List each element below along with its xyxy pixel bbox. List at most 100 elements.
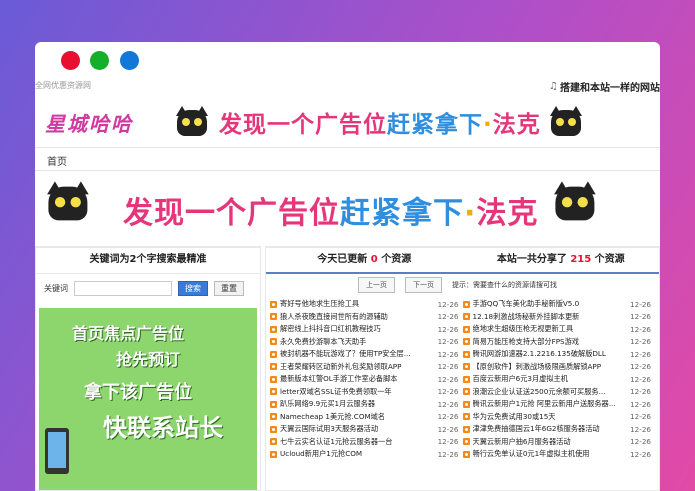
list-item[interactable]: 最新版本红警OL手游工作室必备脚本 12-26 [270,373,459,386]
list-item-title: 天翼云国际试用3天服务器活动 [280,424,379,434]
rss-icon [462,438,470,446]
list-item-date: 12-26 [437,449,459,459]
list-item[interactable]: 华为云免费试用30或15天 12-26 [462,411,651,424]
rss-icon [270,313,277,321]
keyword-input[interactable] [74,280,172,296]
keyword-label: 关键词 [44,283,68,293]
list-item[interactable]: 永久免费抄游聊本飞天助手 12-26 [270,336,459,349]
nav-item-home[interactable]: 首页 [47,153,67,168]
list-item[interactable]: Ucloud新用户1元抢COM 12-26 [270,448,459,461]
pager: 上一页 下一页 提示：需要查什么的资源请搜可找 [266,274,659,296]
list-item-date: 12-26 [630,437,651,447]
rss-icon [462,363,470,371]
list-item-date: 12-26 [630,387,651,397]
search-panel: 关键词为2个字搜索最精准 关键词 搜索 重置 首页焦点广告位 抢先预订 拿下该广… [35,246,261,491]
build-site-link[interactable]: ♫ 搭建和本站一样的网站 [549,79,660,94]
list-item-title: 手游QQ飞车美化助手秘新版V5.0 [472,299,580,309]
ad-line-4: 快联系站长 [103,414,223,442]
list-item-date: 12-26 [630,312,651,322]
list-item[interactable]: 天翼云新用户抽6月服务器活动 12-26 [462,436,651,449]
list-item-date: 12-26 [437,312,459,322]
header-ad-banner[interactable]: 发现一个广告位赶紧拿下·法克 [175,100,660,144]
rss-icon [462,388,470,396]
minimize-window-icon[interactable] [120,51,139,70]
list-item-date: 12-26 [437,387,459,397]
list-item[interactable]: 寄好号他地求生压抢工具 12-26 [270,298,459,311]
list-item-title: 七牛云实名认证1元抢云服务器一台 [280,436,393,446]
rss-icon [462,350,470,358]
list-item-date: 12-26 [437,374,459,384]
reset-button[interactable]: 重置 [214,280,244,296]
list-item[interactable]: 【原创软件】刺激战场极限画质解锁APP 12-26 [462,361,651,374]
rss-icon [462,313,470,321]
resource-list: 寄好号他地求生压抢工具 12-26 狼人杀夜晚直接间世所有的源辅助 12-26 解密线上… [266,296,659,461]
rss-icon [462,450,470,458]
list-item-date: 12-26 [437,399,459,409]
list-item[interactable]: 简易万能压枪支持大部分FPS游戏 12-26 [462,336,651,349]
list-item-date: 12-26 [630,337,651,347]
close-window-icon[interactable] [61,51,80,70]
list-item-date: 12-26 [437,299,459,309]
list-item-date: 12-26 [630,374,651,384]
resource-list-left: 寄好号他地求生压抢工具 12-26 狼人杀夜晚直接间世所有的源辅助 12-26 解密线上… [270,298,463,461]
rss-icon [462,375,470,383]
rss-icon [270,413,277,421]
list-item-title: letter双域名SSL证书免费领取一年 [280,386,392,396]
list-item-date: 12-26 [630,412,651,422]
resource-list-right: 手游QQ飞车美化助手秘新版V5.0 12-26 12.18刺激战场秘新外挂脚本更新 1… [462,298,656,461]
list-item-title: 趴乐网络9.9元买1月云服务器 [280,399,376,409]
bell-icon: ♫ [549,81,558,92]
top-bar: 全网优惠资源网 ♫ 搭建和本站一样的网站 [35,80,660,96]
list-item[interactable]: 畅行云免单认证0元1年虚拟主机使用 12-26 [462,448,651,461]
rss-icon [462,325,470,333]
list-item[interactable]: 七牛云实名认证1元抢云服务器一台 12-26 [270,436,459,449]
rss-icon [270,425,277,433]
list-item-date: 12-26 [437,412,459,422]
list-item[interactable]: 天翼云国际试用3天服务器活动 12-26 [270,423,459,436]
site-tagline: 全网优惠资源网 [35,81,91,90]
search-row: 关键词 搜索 重置 [36,274,260,302]
build-site-label: 搭建和本站一样的网站 [560,83,660,94]
focus-ad-block[interactable]: 首页焦点广告位 抢先预订 拿下该广告位 快联系站长 [39,308,257,490]
rss-icon [270,363,277,371]
list-item[interactable]: 被封机器不能玩游戏了？使用TP安全层... 12-26 [270,348,459,361]
list-item[interactable]: letter双域名SSL证书免费领取一年 12-26 [270,386,459,399]
rss-icon [270,338,277,346]
prev-page-button[interactable]: 上一页 [358,277,395,293]
stats-row: 今天已更新 0 个资源 本站一共分享了 215 个资源 [266,248,659,274]
list-item[interactable]: 腾讯网游加速器2.1.2216.135破解版DLL 12-26 [462,348,651,361]
list-item-date: 12-26 [630,324,651,334]
search-button[interactable]: 搜索 [178,280,208,296]
maximize-window-icon[interactable] [90,51,109,70]
list-item[interactable]: 狼人杀夜晚直接间世所有的源辅助 12-26 [270,311,459,324]
list-item[interactable]: 趴乐网络9.9元买1月云服务器 12-26 [270,398,459,411]
list-item[interactable]: 解密线上抖抖音口红机教程技巧 12-26 [270,323,459,336]
window-titlebar [35,42,660,78]
list-item[interactable]: 绝地求生超级压枪无视更新工具 12-26 [462,323,651,336]
next-page-button[interactable]: 下一页 [405,277,442,293]
list-item[interactable]: 浪潮云企业认证送2500元余额可买服务... 12-26 [462,386,651,399]
list-item-title: 绝地求生超级压枪无视更新工具 [472,324,574,334]
cat-mascot-icon [549,106,585,138]
list-item[interactable]: 津津免费抽德国云1年6G2核服务器活动 12-26 [462,423,651,436]
today-count: 0 [370,254,378,265]
list-item-date: 12-26 [437,362,459,372]
main-ad-banner[interactable]: 发现一个广告位赶紧拿下·法克 [41,180,654,240]
list-item[interactable]: 百度云新用户6元3月虚拟主机 12-26 [462,373,651,386]
cat-mascot-icon [46,181,108,238]
list-item[interactable]: 腾讯云新用户1元抢 阿里云新用户送服务器... 12-26 [462,398,651,411]
list-item[interactable]: 12.18刺激战场秘新外挂脚本更新 12-26 [462,311,651,324]
list-item-title: 永久免费抄游聊本飞天助手 [280,336,367,346]
list-item[interactable]: 手游QQ飞车美化助手秘新版V5.0 12-26 [462,298,651,311]
rss-icon [270,325,277,333]
site-logo[interactable]: 星城哈哈 [35,108,175,137]
list-item[interactable]: 王者荣耀转区动新外礼包奖励领取APP 12-26 [270,361,459,374]
list-item[interactable]: Namecheap 1美元抢.COM域名 12-26 [270,411,459,424]
list-item-date: 12-26 [437,349,459,359]
list-item-title: 最新版本红警OL手游工作室必备脚本 [280,374,398,384]
list-item-title: 津津免费抽德国云1年6G2核服务器活动 [472,424,600,434]
list-item-title: 简易万能压枪支持大部分FPS游戏 [472,336,579,346]
list-item-date: 12-26 [630,449,651,459]
list-item-title: 天翼云新用户抽6月服务器活动 [472,436,571,446]
list-item-title: 畅行云免单认证0元1年虚拟主机使用 [472,449,590,459]
